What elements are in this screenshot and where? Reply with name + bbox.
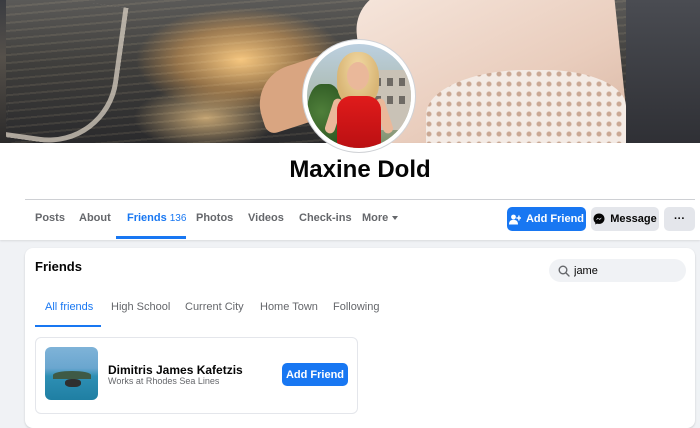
add-person-icon <box>508 214 521 224</box>
tab-posts[interactable]: Posts <box>35 212 65 224</box>
header-divider <box>25 199 695 200</box>
profile-name: Maxine Dold <box>289 156 431 183</box>
filter-current-city[interactable]: Current City <box>185 301 244 313</box>
messenger-icon <box>593 213 605 225</box>
tab-more-label: More <box>362 212 389 224</box>
tab-videos[interactable]: Videos <box>248 212 284 224</box>
profile-avatar[interactable] <box>303 40 415 152</box>
cover-right-sea <box>626 0 700 143</box>
filter-all-friends[interactable]: All friends <box>45 301 93 313</box>
avatar-face <box>347 62 369 90</box>
tab-friends[interactable]: Friends 136 <box>127 212 186 224</box>
tab-photos[interactable]: Photos <box>196 212 233 224</box>
filter-home-town[interactable]: Home Town <box>260 301 318 313</box>
filter-high-school[interactable]: High School <box>111 301 170 313</box>
friends-section-title: Friends <box>35 259 82 274</box>
search-icon <box>558 265 570 277</box>
filter-following[interactable]: Following <box>333 301 379 313</box>
message-label: Message <box>610 213 657 225</box>
add-friend-label: Add Friend <box>525 213 585 225</box>
friend-photo-island <box>53 371 91 379</box>
tab-check-ins[interactable]: Check-ins <box>299 212 352 224</box>
tab-more[interactable]: More <box>362 212 399 224</box>
friend-search-box[interactable] <box>549 259 686 282</box>
avatar-dress <box>337 96 381 148</box>
search-input[interactable] <box>574 264 674 277</box>
active-tab-indicator <box>116 236 186 239</box>
avatar-photo <box>307 44 411 148</box>
friends-count: 136 <box>169 213 187 224</box>
add-friend-button[interactable]: Add Friend <box>507 207 586 231</box>
friend-name[interactable]: Dimitris James Kafetzis <box>108 363 243 377</box>
message-button[interactable]: Message <box>591 207 659 231</box>
tab-friends-label: Friends <box>127 212 167 224</box>
tab-about[interactable]: About <box>79 212 111 224</box>
friend-avatar[interactable] <box>45 347 98 400</box>
friend-photo-rock <box>65 379 81 387</box>
more-options-icon: ··· <box>674 213 685 225</box>
active-filter-indicator <box>35 325 101 327</box>
friend-add-button[interactable]: Add Friend <box>282 363 348 386</box>
chevron-down-icon <box>392 216 399 221</box>
more-options-button[interactable]: ··· <box>664 207 695 231</box>
friend-workplace: Works at Rhodes Sea Lines <box>108 376 220 386</box>
